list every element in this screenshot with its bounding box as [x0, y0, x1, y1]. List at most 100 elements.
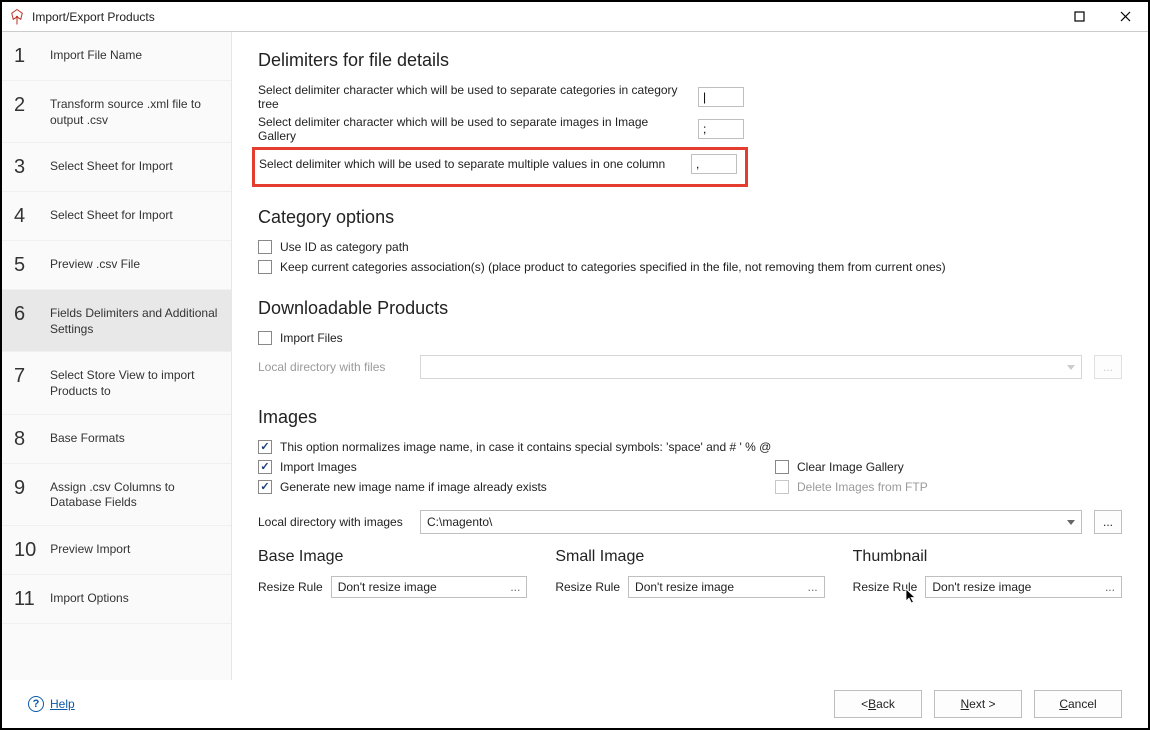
maximize-button[interactable]	[1056, 2, 1102, 32]
import-files-label: Import Files	[280, 331, 343, 345]
base-image-resize-combo[interactable]: Don't resize image ...	[331, 576, 528, 598]
step-number: 11	[14, 589, 36, 609]
step-number: 5	[14, 255, 36, 275]
small-image-resize-value: Don't resize image	[635, 580, 734, 594]
window-body: 1 Import File Name 2 Transform source .xml…	[2, 32, 1148, 680]
delimiter-category-label: Select delimiter character which will be…	[258, 83, 688, 111]
step-label: Select Store View to import Products to	[50, 366, 221, 399]
step-3[interactable]: 3Select Sheet for Import	[2, 143, 231, 192]
images-options-grid: Import Images Clear Image Gallery Genera…	[258, 460, 1122, 500]
delimiter-images-input[interactable]	[698, 119, 744, 139]
downloadable-heading: Downloadable Products	[258, 298, 1122, 319]
highlighted-delimiter-box: Select delimiter which will be used to s…	[252, 147, 748, 187]
step-number: 9	[14, 478, 36, 498]
import-files-checkbox-row[interactable]: Import Files	[258, 331, 1122, 345]
chevron-down-icon	[1067, 520, 1075, 525]
import-images-checkbox-row[interactable]: Import Images	[258, 460, 665, 474]
checkbox-icon	[258, 460, 272, 474]
generate-name-label: Generate new image name if image already…	[280, 480, 547, 494]
wizard-footer: ? Help < Back Next > Cancel	[2, 680, 1148, 728]
resize-rule-label: Resize Rule	[853, 580, 918, 594]
next-button[interactable]: Next >	[934, 690, 1022, 718]
step-number: 1	[14, 46, 36, 66]
thumbnail-column: Thumbnail Resize Rule Don't resize image…	[853, 548, 1122, 598]
base-image-heading: Base Image	[258, 548, 527, 566]
import-export-window: Import/Export Products 1 Import File Name…	[0, 0, 1150, 730]
close-button[interactable]	[1102, 2, 1148, 32]
small-image-heading: Small Image	[555, 548, 824, 566]
small-image-resize-combo[interactable]: Don't resize image ...	[628, 576, 825, 598]
clear-gallery-label: Clear Image Gallery	[797, 460, 904, 474]
step-number: 6	[14, 304, 36, 324]
step-7[interactable]: 7 Select Store View to import Products to	[2, 352, 231, 414]
base-image-column: Base Image Resize Rule Don't resize imag…	[258, 548, 527, 598]
cancel-button[interactable]: Cancel	[1034, 690, 1122, 718]
step-1[interactable]: 1 Import File Name	[2, 32, 231, 81]
step-label: Preview Import	[50, 540, 130, 558]
step-4[interactable]: 4Select Sheet for Import	[2, 192, 231, 241]
step-9[interactable]: 9 Assign .csv Columns to Database Fields	[2, 464, 231, 526]
help-icon: ?	[28, 696, 44, 712]
system-buttons	[1056, 2, 1148, 32]
chevron-down-icon	[1067, 365, 1075, 370]
step-label: Preview .csv File	[50, 255, 140, 273]
checkbox-icon	[775, 460, 789, 474]
images-browse-button[interactable]: ...	[1094, 510, 1122, 534]
ellipsis-icon: ...	[808, 580, 818, 594]
step-number: 8	[14, 429, 36, 449]
checkbox-icon	[775, 480, 789, 494]
back-button[interactable]: < Back	[834, 690, 922, 718]
step-label: Select Sheet for Import	[50, 206, 173, 224]
step-5[interactable]: 5 Preview .csv File	[2, 241, 231, 290]
step-number: 2	[14, 95, 36, 115]
small-image-resize-row: Resize Rule Don't resize image ...	[555, 576, 824, 598]
images-local-dir-row: Local directory with images C:\magento\ …	[258, 510, 1122, 534]
download-browse-button: ...	[1094, 355, 1122, 379]
normalize-checkbox-row[interactable]: This option normalizes image name, in ca…	[258, 440, 1122, 454]
small-image-column: Small Image Resize Rule Don't resize ima…	[555, 548, 824, 598]
generate-name-checkbox-row[interactable]: Generate new image name if image already…	[258, 480, 665, 494]
base-image-resize-row: Resize Rule Don't resize image ...	[258, 576, 527, 598]
download-local-dir-row: Local directory with files ...	[258, 355, 1122, 379]
step-label: Fields Delimiters and Additional Setting…	[50, 304, 221, 337]
app-icon	[8, 8, 26, 26]
step-label: Base Formats	[50, 429, 125, 447]
step-number: 7	[14, 366, 36, 386]
step-11[interactable]: 11 Import Options	[2, 575, 231, 624]
step-label: Import Options	[50, 589, 129, 607]
step-label: Transform source .xml file to output .cs…	[50, 95, 221, 128]
delimiter-images-label: Select delimiter character which will be…	[258, 115, 688, 143]
step-8[interactable]: 8 Base Formats	[2, 415, 231, 464]
use-id-checkbox-row[interactable]: Use ID as category path	[258, 240, 1122, 254]
resize-rule-label: Resize Rule	[555, 580, 620, 594]
delimiter-multivalue-input[interactable]	[691, 154, 737, 174]
checkbox-icon	[258, 331, 272, 345]
step-2[interactable]: 2 Transform source .xml file to output .c…	[2, 81, 231, 143]
step-label: Assign .csv Columns to Database Fields	[50, 478, 221, 511]
step-number: 3	[14, 157, 36, 177]
delimiter-multivalue-row: Select delimiter which will be used to s…	[259, 154, 737, 174]
delimiters-heading: Delimiters for file details	[258, 50, 1122, 71]
images-local-dir-combo[interactable]: C:\magento\	[420, 510, 1082, 534]
main-panel: Delimiters for file details Select delim…	[232, 32, 1148, 680]
images-heading: Images	[258, 407, 1122, 428]
delimiter-category-input[interactable]	[698, 87, 744, 107]
thumbnail-resize-value: Don't resize image	[932, 580, 1031, 594]
checkbox-icon	[258, 440, 272, 454]
thumbnail-resize-row: Resize Rule Don't resize image ...	[853, 576, 1122, 598]
thumbnail-resize-combo[interactable]: Don't resize image ...	[925, 576, 1122, 598]
clear-gallery-checkbox-row[interactable]: Clear Image Gallery	[775, 460, 1122, 474]
step-label: Import File Name	[50, 46, 142, 64]
normalize-label: This option normalizes image name, in ca…	[280, 440, 771, 454]
step-6[interactable]: 6 Fields Delimiters and Additional Settin…	[2, 290, 231, 352]
keep-categories-checkbox-row[interactable]: Keep current categories association(s) (…	[258, 260, 1122, 274]
images-local-dir-value: C:\magento\	[427, 515, 492, 529]
ellipsis-icon: ...	[1105, 580, 1115, 594]
titlebar: Import/Export Products	[2, 2, 1148, 32]
help-link[interactable]: ? Help	[28, 696, 75, 712]
download-local-dir-combo	[420, 355, 1082, 379]
help-label: Help	[50, 697, 75, 711]
step-10[interactable]: 10Preview Import	[2, 526, 231, 575]
resize-columns: Base Image Resize Rule Don't resize imag…	[258, 548, 1122, 598]
delimiter-category-row: Select delimiter character which will be…	[258, 83, 1122, 111]
